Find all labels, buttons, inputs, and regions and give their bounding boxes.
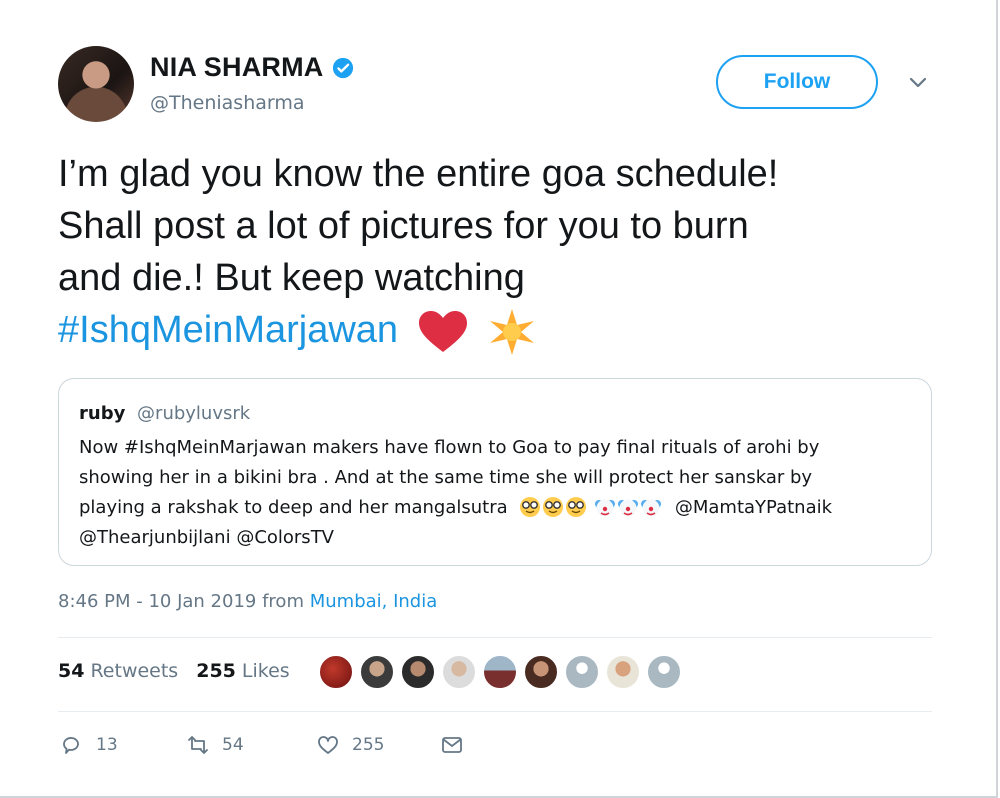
tweet-meta: 8:46 PM - 10 Jan 2019 from Mumbai, India xyxy=(58,591,437,612)
likes-label: Likes xyxy=(241,660,290,682)
nerd-face-icon xyxy=(520,497,541,517)
nerd-face-emojis xyxy=(519,497,594,518)
quoted-handle: @rubyluvsrk xyxy=(137,403,251,424)
envelope-icon xyxy=(442,737,462,753)
heart-icon xyxy=(318,736,338,754)
quoted-line-text: playing a rakshak to deep and her mangal… xyxy=(79,497,508,518)
tweet-hashtag-line: #IshqMeinMarjawan xyxy=(58,304,938,357)
divider xyxy=(58,637,932,638)
mention-link[interactable]: @MamtaYPatnaik xyxy=(675,497,832,518)
liker-avatar[interactable] xyxy=(564,654,600,690)
retweets-count: 54 xyxy=(58,660,85,682)
retweet-icon xyxy=(188,736,208,754)
reply-button[interactable]: 13 xyxy=(60,733,186,757)
quoted-header: ruby @rubyluvsrk xyxy=(79,403,250,424)
verified-badge-icon xyxy=(332,57,353,78)
liker-avatar[interactable] xyxy=(359,654,395,690)
clown-face-icon xyxy=(595,499,616,517)
retweet-count: 54 xyxy=(222,735,244,755)
liker-avatar[interactable] xyxy=(318,654,354,690)
user-name-row: NIA SHARMA xyxy=(150,52,354,83)
direct-message-button[interactable] xyxy=(440,733,476,757)
engagement-stats: 54 Retweets 255 Likes xyxy=(58,660,290,682)
user-handle[interactable]: @Theniasharma xyxy=(150,92,305,114)
tweet-line: Shall post a lot of pictures for you to … xyxy=(58,205,749,247)
nerd-face-icon xyxy=(566,497,587,517)
quoted-text: Now #IshqMeinMarjawan makers have flown … xyxy=(79,433,919,553)
liker-avatar[interactable] xyxy=(400,654,436,690)
liker-avatar[interactable] xyxy=(646,654,682,690)
quoted-line: @Thearjunbijlani @ColorsTV xyxy=(79,527,334,548)
liker-avatar[interactable] xyxy=(482,654,518,690)
quoted-name: ruby xyxy=(79,403,126,424)
quoted-line: showing her in a bikini bra . And at the… xyxy=(79,467,813,488)
clown-face-icon xyxy=(641,499,662,517)
likes-stat[interactable]: 255 Likes xyxy=(196,660,289,682)
liker-avatar[interactable] xyxy=(523,654,559,690)
like-count: 255 xyxy=(352,735,385,755)
tweet-line: I’m glad you know the entire goa schedul… xyxy=(58,153,779,195)
tweet-line: and die.! But keep watching xyxy=(58,257,525,299)
avatar[interactable] xyxy=(58,46,134,122)
follow-button[interactable]: Follow xyxy=(716,55,878,109)
tweet-text: I’m glad you know the entire goa schedul… xyxy=(58,148,938,357)
hashtag-link[interactable]: #IshqMeinMarjawan xyxy=(58,309,398,351)
reply-count: 13 xyxy=(96,735,118,755)
red-heart-icon xyxy=(418,310,467,352)
likes-count: 255 xyxy=(196,660,236,682)
liker-avatars xyxy=(318,654,682,690)
location-link[interactable]: Mumbai, India xyxy=(310,591,438,612)
sparkle-star-icon xyxy=(490,308,535,355)
nerd-face-icon xyxy=(543,497,564,517)
retweets-stat[interactable]: 54 Retweets xyxy=(58,660,178,682)
like-button[interactable]: 255 xyxy=(316,733,440,757)
liker-avatar[interactable] xyxy=(605,654,641,690)
tweet-actions: 13 54 255 xyxy=(60,733,476,757)
display-name[interactable]: NIA SHARMA xyxy=(150,52,324,83)
quoted-line: Now #IshqMeinMarjawan makers have flown … xyxy=(79,437,820,458)
clown-face-icon xyxy=(618,499,639,517)
quoted-line: playing a rakshak to deep and her mangal… xyxy=(79,493,919,523)
liker-avatar[interactable] xyxy=(441,654,477,690)
retweet-button[interactable]: 54 xyxy=(186,733,316,757)
retweets-label: Retweets xyxy=(90,660,179,682)
timestamp[interactable]: 8:46 PM - 10 Jan 2019 from xyxy=(58,591,304,612)
clown-face-emojis xyxy=(594,497,669,518)
chevron-down-icon[interactable] xyxy=(906,70,930,94)
quoted-tweet[interactable]: ruby @rubyluvsrk Now #IshqMeinMarjawan m… xyxy=(58,378,932,566)
divider xyxy=(58,711,932,712)
reply-icon xyxy=(63,737,79,754)
